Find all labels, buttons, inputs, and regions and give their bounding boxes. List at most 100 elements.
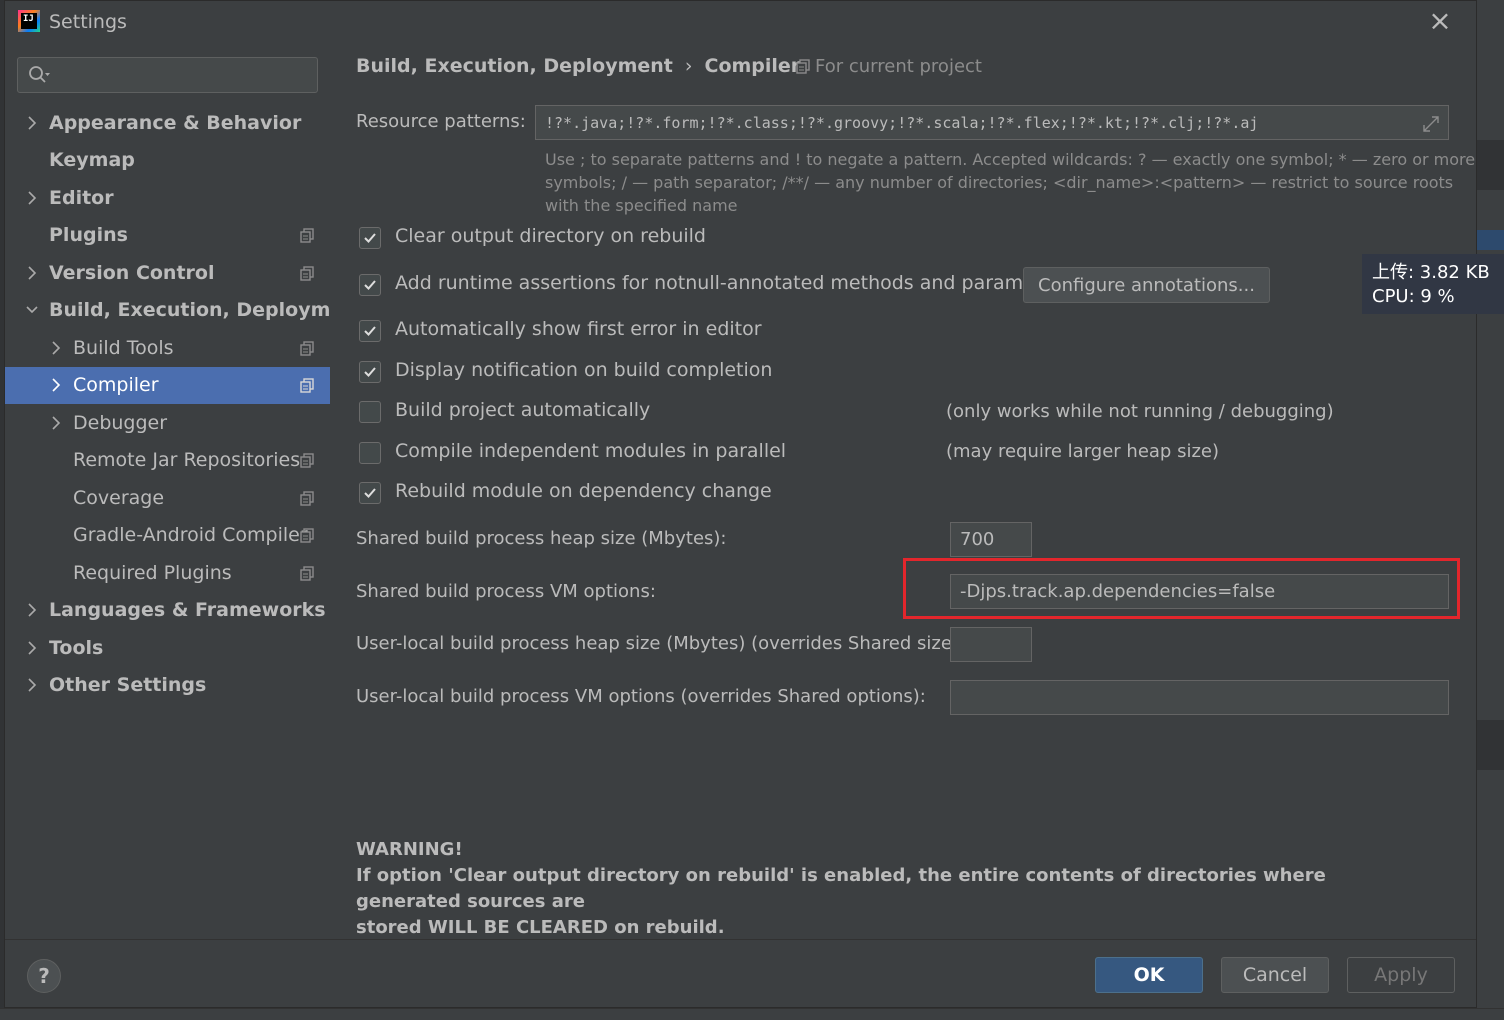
sidebar-item[interactable]: Tools [5,630,330,667]
settings-search[interactable] [17,57,318,93]
apply-button[interactable]: Apply [1347,957,1455,993]
sidebar-item-label: Compiler [73,374,159,396]
checkbox[interactable] [359,401,381,423]
sidebar-item-label: Other Settings [49,674,207,696]
breadcrumb-separator: › [684,55,693,77]
close-button[interactable]: × [1423,7,1457,37]
project-scope-icon [300,228,316,244]
sidebar-item-label: Build, Execution, Deployment [49,299,366,321]
configure-annotations-button[interactable]: Configure annotations... [1023,267,1270,303]
scope-indicator: For current project [796,56,982,77]
checkbox[interactable] [359,361,381,383]
resource-patterns-hint: Use ; to separate patterns and ! to nega… [545,148,1475,217]
compiler-settings-panel: Build, Execution, Deployment › Compiler Fo… [330,42,1476,939]
cancel-button[interactable]: Cancel [1221,957,1329,993]
help-icon: ? [38,964,50,988]
shared-vm-label: Shared build process VM options: [356,581,656,602]
close-icon: × [1428,4,1452,37]
sidebar-item[interactable]: Keymap [5,142,330,179]
project-scope-icon [300,378,316,394]
sidebar-item-label: Remote Jar Repositories [73,449,301,471]
checkbox-label: Build project automatically [395,399,651,421]
chevron-right-icon[interactable] [25,265,39,281]
checkbox-label: Automatically show first error in editor [395,318,762,340]
checkbox[interactable] [359,274,381,296]
shared-heap-value: 700 [960,529,995,550]
checkbox-label: Add runtime assertions for notnull-annot… [395,272,1072,294]
sidebar-item[interactable]: Other Settings [5,667,330,704]
sidebar-item[interactable]: Debugger [5,405,330,442]
window-title: Settings [49,11,127,33]
user-heap-input[interactable] [950,627,1032,662]
chevron-right-icon[interactable] [25,677,39,693]
checkbox[interactable] [359,442,381,464]
settings-dialog: IJ Settings × Appearance & Behavior Keyma… [4,0,1477,1008]
checkbox[interactable] [359,320,381,342]
sidebar-item-label: Plugins [49,224,128,246]
sidebar-item[interactable]: Languages & Frameworks [5,592,330,629]
breadcrumb-parent[interactable]: Build, Execution, Deployment [356,55,673,77]
sidebar-item[interactable]: Plugins [5,217,330,254]
chevron-right-icon[interactable] [25,190,39,206]
cpu-usage: CPU: 9 % [1372,286,1455,307]
resource-patterns-input[interactable]: !?*.java;!?*.form;!?*.class;!?*.groovy;!… [535,105,1449,140]
warning-line: stored WILL BE CLEARED on rebuild. [356,917,725,938]
user-vm-label: User-local build process VM options (ove… [356,686,926,707]
chevron-right-icon[interactable] [49,377,63,393]
sidebar-item-label: Appearance & Behavior [49,112,302,134]
build-auto-note: (only works while not running / debuggin… [946,401,1334,422]
settings-sidebar: Appearance & Behavior Keymap Editor Plugins… [5,42,366,939]
sidebar-item[interactable]: Coverage [5,480,330,517]
checkbox[interactable] [359,482,381,504]
hint-line: symbols; / — path separator; /**/ — any … [545,173,1454,192]
warning-message: WARNING! If option 'Clear output directo… [356,837,1436,941]
checkbox-check-icon [364,367,376,377]
dialog-footer: ? OK Cancel Apply [5,939,1476,1007]
sidebar-item[interactable]: Appearance & Behavior [5,105,330,142]
checkbox[interactable] [359,227,381,249]
sidebar-item[interactable]: Required Plugins [5,555,330,592]
sidebar-item-label: Debugger [73,412,168,434]
user-vm-input[interactable] [950,680,1449,715]
sidebar-item[interactable]: Gradle-Android Compiler [5,517,330,554]
sidebar-item-label: Gradle-Android Compiler [73,524,308,546]
user-heap-label: User-local build process heap size (Mbyt… [356,633,966,654]
sidebar-item-label: Keymap [49,149,135,171]
scope-label: For current project [815,56,982,77]
checkbox-label: Clear output directory on rebuild [395,225,706,247]
checkbox-check-icon [364,233,376,243]
sidebar-item-label: Version Control [49,262,215,284]
sidebar-item-label: Build Tools [73,337,174,359]
shared-heap-label: Shared build process heap size (Mbytes): [356,528,727,549]
chevron-right-icon[interactable] [49,415,63,431]
chevron-right-icon[interactable] [25,602,39,618]
chevron-down-icon[interactable] [25,302,39,318]
sidebar-item[interactable]: Remote Jar Repositories [5,442,330,479]
warning-title: WARNING! [356,839,463,860]
chevron-right-icon[interactable] [25,640,39,656]
shared-heap-input[interactable]: 700 [950,522,1032,557]
expand-icon[interactable] [1422,115,1440,133]
project-scope-icon [796,59,810,74]
breadcrumb-current: Compiler [704,55,801,77]
ok-button[interactable]: OK [1095,957,1203,993]
parallel-note: (may require larger heap size) [946,441,1219,462]
sidebar-item-label: Languages & Frameworks [49,599,326,621]
sidebar-item[interactable]: Editor [5,180,330,217]
sidebar-item[interactable]: Build, Execution, Deployment [5,292,366,329]
help-button[interactable]: ? [27,959,61,993]
project-scope-icon [300,566,316,582]
checkbox-label: Rebuild module on dependency change [395,480,772,502]
upload-speed: 上传: 3.82 KB [1372,262,1490,283]
chevron-right-icon[interactable] [49,340,63,356]
resource-patterns-value: !?*.java;!?*.form;!?*.class;!?*.groovy;!… [545,113,1259,132]
project-scope-icon [300,491,316,507]
warning-line: If option 'Clear output directory on reb… [356,865,1326,912]
sidebar-item[interactable]: Version Control [5,255,330,292]
sidebar-item[interactable]: Compiler [5,367,330,404]
background-ide-right [1477,0,1504,1020]
sidebar-item[interactable]: Build Tools [5,330,330,367]
sidebar-item-label: Editor [49,187,114,209]
chevron-right-icon[interactable] [25,115,39,131]
search-input[interactable] [56,62,311,88]
